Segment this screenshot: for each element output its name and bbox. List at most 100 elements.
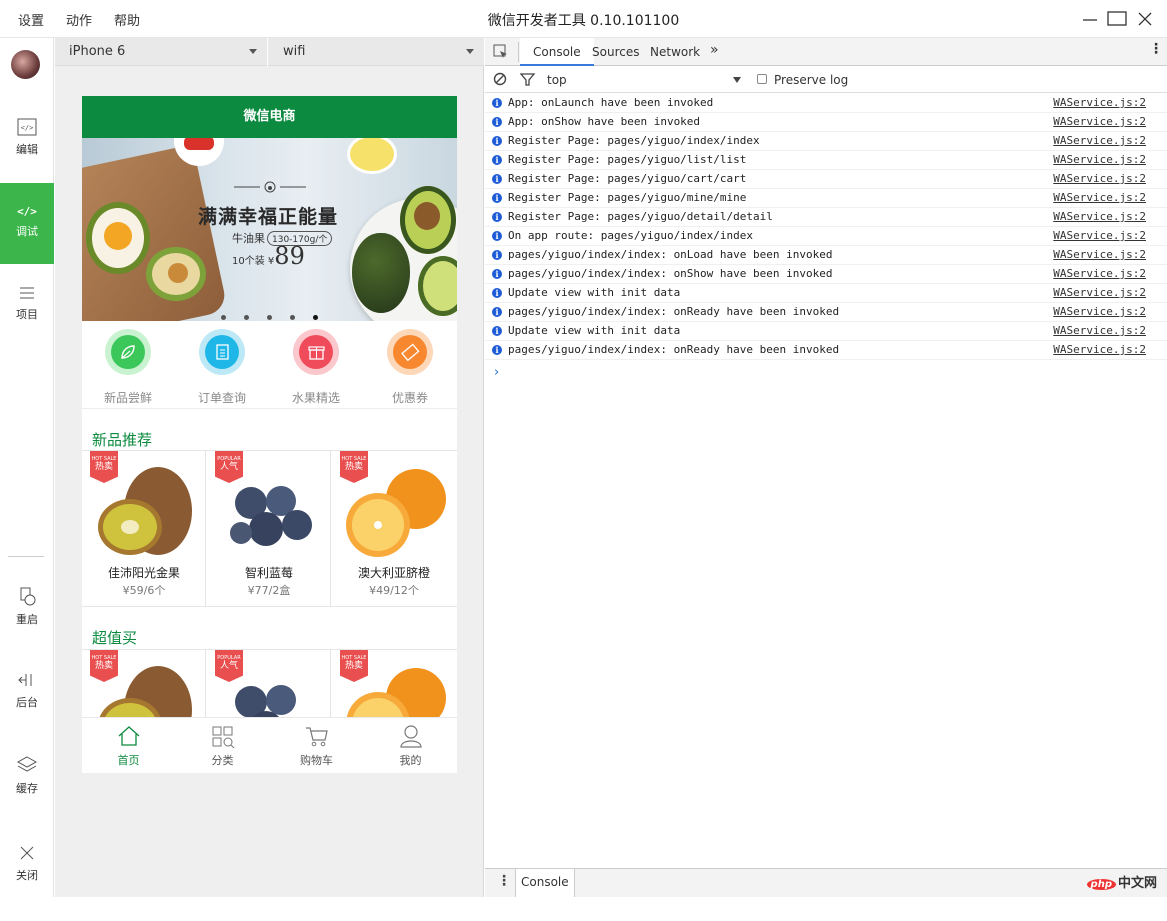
console-log-row: i pages/yiguo/index/index: onShow have be… [485,265,1167,284]
info-icon: i [492,307,502,317]
carousel-dot[interactable] [244,315,249,320]
popular-badge: POPULAR 人气 [215,650,243,682]
devtools-panel: Console Sources Network » ⋮ top Preserve… [485,38,1167,897]
minimize-button[interactable] [1078,8,1102,30]
carousel-dot[interactable] [267,315,272,320]
source-link[interactable]: WAService.js:2 [1053,132,1146,150]
clear-console-icon[interactable] [493,72,509,88]
product-price: ¥77/2盒 [247,584,291,597]
preserve-log-label: Preserve log [774,73,849,87]
drawer-tab-console[interactable]: Console [515,869,575,897]
sidebar-item-label: 重启 [16,613,38,626]
source-link[interactable]: WAService.js:2 [1053,284,1146,302]
quick-link-fruits[interactable]: 水果精选 [286,329,346,406]
console-log-row: i Register Page: pages/yiguo/list/list WAS… [485,151,1167,170]
source-link[interactable]: WAService.js:2 [1053,94,1146,112]
quick-link-coupons[interactable]: 优惠券 [380,329,440,406]
quick-links: 新品尝鲜 订单查询 水果精选 优惠券 [82,321,457,409]
quick-link-new[interactable]: 新品尝鲜 [98,329,158,406]
product-price: ¥49/12个 [369,584,419,597]
product-name: 澳大利亚脐橙 [357,566,430,580]
tab-network[interactable]: Network [650,45,700,59]
source-link[interactable]: WAService.js:2 [1053,151,1146,169]
device-select-value: iPhone 6 [69,44,126,59]
window-title: 微信开发者工具 0.10.101100 [487,13,680,29]
tab-label: 我的 [399,754,422,767]
tab-label: 分类 [211,754,234,767]
kiwi-image [98,467,192,555]
source-link[interactable]: WAService.js:2 [1053,189,1146,207]
sidebar-item-edit[interactable]: </> 编辑 [0,103,54,183]
info-icon: i [492,250,502,260]
tab-category[interactable]: 分类 [176,724,269,768]
context-select[interactable]: top [547,73,567,87]
tab-mine[interactable]: 我的 [364,724,457,768]
avocado-half-image [152,253,200,295]
chevron-down-icon [466,49,474,54]
tab-home[interactable]: 首页 [82,724,175,768]
banner-carousel[interactable]: 满满幸福正能量 牛油果 130-170g/个 10个装 ¥89 [82,138,457,321]
avocado-cut-image [400,186,456,254]
console-log-row: i Register Page: pages/yiguo/cart/cart WAS… [485,170,1167,189]
source-link[interactable]: WAService.js:2 [1053,227,1146,245]
source-link[interactable]: WAService.js:2 [1053,246,1146,264]
source-link[interactable]: WAService.js:2 [1053,170,1146,188]
quick-link-orders[interactable]: 订单查询 [192,329,252,406]
avatar[interactable] [11,50,40,79]
carousel-dot-active[interactable] [313,315,318,320]
source-link[interactable]: WAService.js:2 [1053,303,1146,321]
sidebar-item-debug[interactable]: </> 调试 [0,183,54,264]
info-icon: i [492,326,502,336]
source-link[interactable]: WAService.js:2 [1053,265,1146,283]
console-log-row: i App: onLaunch have been invoked WAServic… [485,94,1167,113]
maximize-button[interactable] [1105,8,1129,30]
simulator-panel: iPhone 6 wifi 微信电商 满满幸福正能量 牛油果 130-170g/个 [55,38,484,897]
console-prompt[interactable]: › [494,365,499,380]
drawer-menu-icon[interactable]: ⋮ [497,873,511,889]
layers-icon [16,756,38,772]
sidebar-item-cache[interactable]: 缓存 [0,752,54,832]
carousel-dot[interactable] [221,315,226,320]
restart-icon [20,587,36,606]
preserve-log-checkbox[interactable] [757,74,767,84]
sidebar-item-background[interactable]: 后台 [0,668,54,748]
product-name: 智利蓝莓 [244,566,293,580]
source-link[interactable]: WAService.js:2 [1053,322,1146,340]
device-select[interactable]: iPhone 6 [55,38,268,66]
sidebar-item-project[interactable]: 项目 [0,264,54,344]
sidebar-divider [8,556,44,557]
inspect-icon[interactable] [493,44,509,60]
product-card[interactable]: HOT SALE 热卖 澳大利亚脐橙 ¥49/12个 [332,451,456,606]
product-price: ¥59/6个 [122,584,166,597]
filter-icon[interactable] [520,72,536,88]
banner-title: 满满幸福正能量 [198,206,339,228]
cart-icon [305,727,328,747]
popular-badge: POPULAR 人气 [215,451,243,483]
console-log-row: i pages/yiguo/index/index: onLoad have be… [485,246,1167,265]
source-link[interactable]: WAService.js:2 [1053,113,1146,131]
product-card[interactable]: POPULAR 人气 智利蓝莓 ¥77/2盒 [207,451,331,606]
sidebar-item-label: 关闭 [16,869,38,882]
more-tabs-icon[interactable]: » [710,42,719,58]
product-card[interactable]: HOT SALE 热卖 佳沛阳光金果 ¥59/6个 [82,451,206,606]
tab-cart[interactable]: 购物车 [270,724,363,768]
tab-sources[interactable]: Sources [592,45,639,59]
tab-console[interactable]: Console [520,38,594,66]
info-icon: i [492,136,502,146]
sidebar-item-restart[interactable]: 重启 [0,583,54,663]
close-window-button[interactable] [1133,8,1157,30]
sidebar-item-close[interactable]: 关闭 [0,841,54,921]
leaf-icon [121,345,135,359]
source-link[interactable]: WAService.js:2 [1053,208,1146,226]
gift-icon [308,346,325,360]
svg-text:</>: </> [21,124,34,132]
source-link[interactable]: WAService.js:2 [1053,341,1146,359]
kebab-menu-icon[interactable]: ⋮ [1149,41,1163,57]
chevron-down-icon[interactable] [733,77,741,83]
home-icon [118,726,139,746]
network-select[interactable]: wifi [269,38,484,66]
title-bar: 设置 动作 帮助 微信开发者工具 0.10.101100 [0,0,1167,38]
background-icon [18,674,32,686]
carousel-dot[interactable] [290,315,295,320]
info-icon: i [492,98,502,108]
